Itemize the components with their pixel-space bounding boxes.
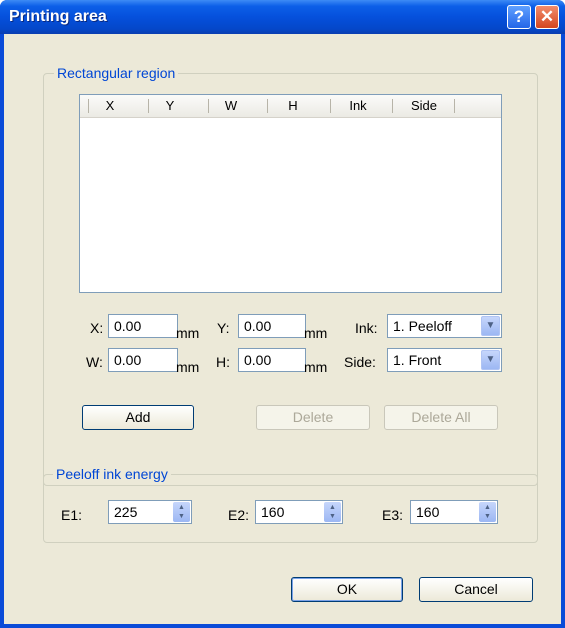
h-label: H: xyxy=(216,354,230,370)
spin-arrows-icon[interactable]: ▲ ▼ xyxy=(173,502,190,522)
list-header: X Y W H Ink Side xyxy=(80,95,501,118)
spin-arrows-icon[interactable]: ▲ ▼ xyxy=(324,502,341,522)
column-w[interactable]: W xyxy=(200,95,262,117)
ok-button[interactable]: OK xyxy=(291,577,403,602)
peeloff-energy-legend: Peeloff ink energy xyxy=(53,466,171,482)
e2-label: E2: xyxy=(228,507,250,523)
column-h[interactable]: H xyxy=(263,95,323,117)
close-icon: ✕ xyxy=(539,7,555,26)
e2-value: 160 xyxy=(261,504,285,520)
e3-spinbox[interactable]: 160 ▲ ▼ xyxy=(410,500,498,524)
h-unit: mm xyxy=(304,359,328,375)
column-x[interactable]: X xyxy=(80,95,140,117)
e3-label: E3: xyxy=(382,507,404,523)
y-input[interactable]: 0.00 xyxy=(238,314,306,338)
column-ink[interactable]: Ink xyxy=(328,95,388,117)
dialog-title: Printing area xyxy=(9,8,107,25)
w-label: W: xyxy=(86,354,103,370)
title-bar[interactable]: Printing area ? ✕ xyxy=(0,0,565,34)
column-side[interactable]: Side xyxy=(392,95,456,117)
ink-label: Ink: xyxy=(355,320,378,336)
column-divider xyxy=(88,99,89,113)
chevron-down-icon[interactable]: ▼ xyxy=(481,350,500,370)
e2-spinbox[interactable]: 160 ▲ ▼ xyxy=(255,500,343,524)
region-list[interactable]: X Y W H Ink Side xyxy=(79,94,502,293)
delete-all-button[interactable]: Delete All xyxy=(384,405,498,430)
e3-value: 160 xyxy=(416,504,440,520)
ink-selected: 1. Peeloff xyxy=(393,318,452,334)
cancel-button[interactable]: Cancel xyxy=(419,577,533,602)
spin-arrows-icon[interactable]: ▲ ▼ xyxy=(479,502,496,522)
help-icon: ? xyxy=(513,7,525,26)
column-divider xyxy=(454,99,455,113)
side-label: Side: xyxy=(344,354,376,370)
add-button[interactable]: Add xyxy=(82,405,194,430)
side-selected: 1. Front xyxy=(393,352,442,368)
delete-button[interactable]: Delete xyxy=(256,405,370,430)
ink-combobox[interactable]: 1. Peeloff ▼ xyxy=(387,314,502,338)
e1-value: 225 xyxy=(114,504,138,520)
h-input[interactable]: 0.00 xyxy=(238,348,306,372)
chevron-down-icon[interactable]: ▼ xyxy=(481,316,500,336)
x-input[interactable]: 0.00 xyxy=(108,314,178,338)
e1-label: E1: xyxy=(61,507,83,523)
close-button[interactable]: ✕ xyxy=(535,5,559,29)
rectangular-region-legend: Rectangular region xyxy=(54,65,179,81)
y-unit: mm xyxy=(304,325,328,341)
w-unit: mm xyxy=(176,359,200,375)
x-label: X: xyxy=(90,320,104,336)
x-unit: mm xyxy=(176,325,200,341)
column-y[interactable]: Y xyxy=(140,95,200,117)
help-button[interactable]: ? xyxy=(507,5,531,29)
e1-spinbox[interactable]: 225 ▲ ▼ xyxy=(108,500,192,524)
side-combobox[interactable]: 1. Front ▼ xyxy=(387,348,502,372)
dialog-body: Rectangular region X Y W H Ink Side X: 0… xyxy=(4,34,561,624)
dialog-window: Printing area ? ✕ Rectangular region X Y… xyxy=(0,0,565,628)
w-input[interactable]: 0.00 xyxy=(108,348,178,372)
y-label: Y: xyxy=(217,320,230,336)
